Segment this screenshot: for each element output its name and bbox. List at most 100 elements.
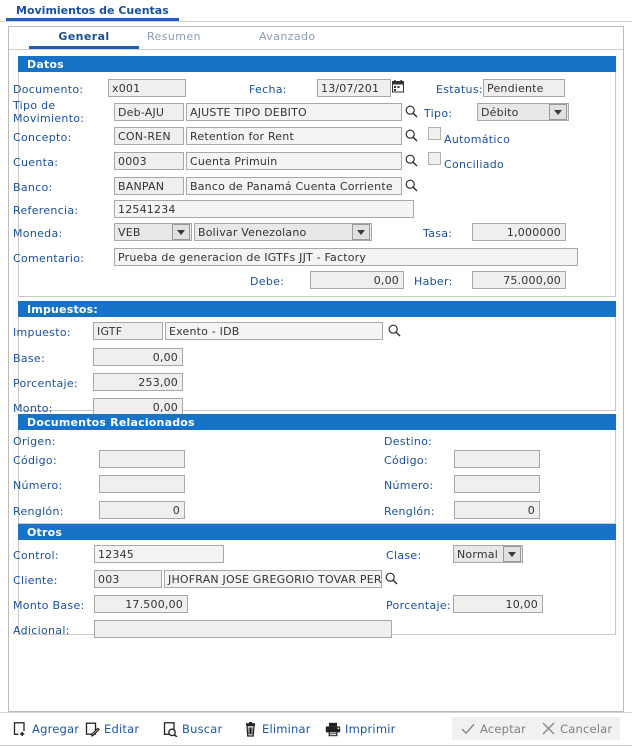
page-add-icon bbox=[12, 721, 28, 737]
clase-select[interactable]: Normal bbox=[453, 545, 523, 563]
tab-general[interactable]: General bbox=[29, 28, 139, 49]
destino-numero-input[interactable] bbox=[454, 475, 540, 493]
referencia-input[interactable]: 12541234 bbox=[114, 200, 414, 218]
tab-avanzado[interactable]: Avanzado bbox=[259, 28, 316, 49]
moneda-desc-select[interactable]: Bolivar Venezolano bbox=[194, 223, 372, 241]
porcentaje-otros-input[interactable]: 10,00 bbox=[453, 595, 543, 613]
destino-codigo-input[interactable] bbox=[454, 450, 540, 468]
label-destino-numero: Número: bbox=[384, 479, 434, 492]
tab-general-label: General bbox=[58, 30, 110, 43]
concepto-desc-input[interactable]: Retention for Rent bbox=[186, 127, 402, 145]
imprimir-button[interactable]: Imprimir bbox=[325, 718, 396, 740]
impuesto-desc-input[interactable]: Exento - IDB bbox=[165, 322, 383, 340]
label-cuenta: Cuenta: bbox=[13, 156, 59, 169]
calendar-icon[interactable] bbox=[392, 80, 404, 93]
label-clase: Clase: bbox=[386, 549, 422, 562]
tab-bar: General Resumen Avanzado bbox=[9, 27, 623, 50]
tipo-movimiento-desc-input[interactable]: AJUSTE TIPO DEBITO bbox=[186, 103, 402, 121]
porcentaje-impuesto-input[interactable]: 253,00 bbox=[93, 373, 183, 391]
label-origen-codigo: Código: bbox=[13, 454, 57, 467]
aceptar-button[interactable]: Aceptar bbox=[452, 717, 535, 740]
chevron-down-icon-clase[interactable] bbox=[503, 546, 521, 562]
window-tab-strip: Movimientos de Cuentas bbox=[0, 0, 632, 22]
label-tipo-movimiento-line1: Tipo de bbox=[13, 99, 56, 112]
section-title-datos: Datos bbox=[27, 57, 64, 71]
tipo-select-value: Débito bbox=[481, 105, 519, 119]
conciliado-checkbox[interactable] bbox=[428, 152, 441, 165]
adicional-input[interactable] bbox=[94, 620, 392, 638]
editar-button[interactable]: Editar bbox=[84, 718, 139, 740]
label-documento: Documento: bbox=[13, 83, 84, 96]
monto-base-input[interactable]: 17.500,00 bbox=[94, 595, 188, 613]
search-icon-tipo-movimiento[interactable] bbox=[405, 105, 418, 118]
section-title-otros: Otros bbox=[27, 525, 63, 539]
label-tasa: Tasa: bbox=[423, 227, 453, 240]
automatico-checkbox[interactable] bbox=[428, 127, 441, 140]
label-origen: Origen: bbox=[13, 435, 56, 448]
search-icon-concepto[interactable] bbox=[405, 129, 418, 142]
base-input[interactable]: 0,00 bbox=[93, 348, 183, 366]
label-tipo-movimiento-line2: Movimiento: bbox=[13, 112, 85, 125]
close-icon bbox=[540, 721, 556, 737]
label-moneda: Moneda: bbox=[13, 227, 63, 240]
origen-codigo-input[interactable] bbox=[99, 450, 185, 468]
label-origen-renglon: Renglón: bbox=[13, 505, 64, 518]
label-referencia: Referencia: bbox=[13, 204, 79, 217]
label-banco: Banco: bbox=[13, 181, 53, 194]
search-icon-banco[interactable] bbox=[405, 179, 418, 192]
label-base: Base: bbox=[13, 352, 45, 365]
concepto-code-input[interactable]: CON-REN bbox=[114, 127, 184, 145]
banco-code-input[interactable]: BANPAN bbox=[114, 177, 184, 195]
banco-desc-input[interactable]: Banco de Panamá Cuenta Corriente bbox=[186, 177, 402, 195]
chevron-down-icon-tipo[interactable] bbox=[549, 104, 567, 120]
cancelar-label: Cancelar bbox=[560, 721, 613, 736]
control-input[interactable]: 12345 bbox=[94, 545, 224, 563]
label-fecha: Fecha: bbox=[249, 83, 287, 96]
cuenta-desc-input[interactable]: Cuenta Primuin bbox=[186, 152, 402, 170]
origen-numero-input[interactable] bbox=[99, 475, 185, 493]
search-icon-cliente[interactable] bbox=[385, 572, 398, 585]
tab-resumen[interactable]: Resumen bbox=[147, 28, 201, 49]
debe-input[interactable]: 0,00 bbox=[310, 271, 404, 289]
destino-renglon-input[interactable]: 0 bbox=[454, 501, 540, 519]
page-edit-icon bbox=[84, 721, 100, 737]
chevron-down-icon-moneda-code[interactable] bbox=[172, 224, 190, 240]
tab-avanzado-label: Avanzado bbox=[259, 30, 316, 43]
section-title-impuestos: Impuestos: bbox=[27, 302, 99, 316]
cuenta-code-input[interactable]: 0003 bbox=[114, 152, 184, 170]
label-destino-renglon: Renglón: bbox=[384, 505, 435, 518]
label-destino: Destino: bbox=[384, 435, 433, 448]
chevron-down-icon-moneda-desc[interactable] bbox=[352, 224, 370, 240]
fecha-input[interactable]: 13/07/201 bbox=[317, 79, 391, 97]
window-tab-movimientos-de-cuentas[interactable]: Movimientos de Cuentas bbox=[6, 2, 179, 21]
label-conciliado: Conciliado bbox=[444, 158, 505, 171]
printer-icon bbox=[325, 721, 341, 737]
documento-input[interactable]: x001 bbox=[108, 79, 186, 97]
window-tab-label: Movimientos de Cuentas bbox=[16, 3, 169, 17]
search-icon-impuesto[interactable] bbox=[388, 324, 401, 337]
section-header-documentos-relacionados: Documentos Relacionados bbox=[18, 414, 616, 430]
haber-input[interactable]: 75.000,00 bbox=[472, 271, 566, 289]
label-origen-numero: Número: bbox=[13, 479, 63, 492]
label-monto-base: Monto Base: bbox=[13, 599, 85, 612]
tipo-select[interactable]: Débito bbox=[477, 103, 569, 121]
moneda-code-select[interactable]: VEB bbox=[114, 223, 192, 241]
comentario-input[interactable]: Prueba de generacion de IGTFs JJT - Fact… bbox=[114, 248, 578, 266]
aceptar-label: Aceptar bbox=[480, 721, 527, 736]
eliminar-button[interactable]: Eliminar bbox=[242, 718, 311, 740]
cliente-code-input[interactable]: 003 bbox=[94, 570, 162, 588]
cancelar-button[interactable]: Cancelar bbox=[532, 717, 621, 740]
tasa-input[interactable]: 1,000000 bbox=[472, 223, 566, 241]
label-estatus: Estatus: bbox=[436, 83, 483, 96]
buscar-label: Buscar bbox=[182, 722, 223, 736]
label-concepto: Concepto: bbox=[13, 131, 72, 144]
buscar-button[interactable]: Buscar bbox=[162, 718, 222, 740]
origen-renglon-input[interactable]: 0 bbox=[99, 501, 185, 519]
label-destino-codigo: Código: bbox=[384, 454, 428, 467]
label-cliente: Cliente: bbox=[13, 574, 58, 587]
impuesto-code-input[interactable]: IGTF bbox=[93, 322, 163, 340]
tipo-movimiento-code-input[interactable]: Deb-AJU bbox=[114, 103, 184, 121]
cliente-desc-input[interactable]: JHOFRAN JOSE GREGORIO TOVAR PER bbox=[164, 570, 382, 588]
agregar-button[interactable]: Agregar bbox=[12, 718, 79, 740]
search-icon-cuenta[interactable] bbox=[405, 154, 418, 167]
